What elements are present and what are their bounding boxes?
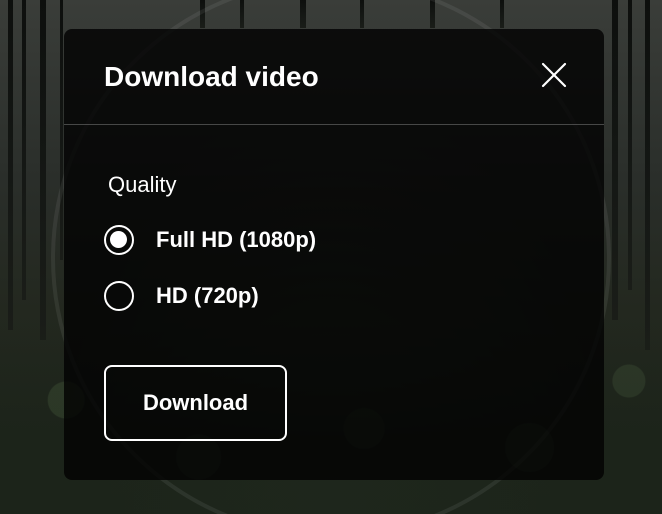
- close-icon: [541, 62, 567, 88]
- radio-selected-icon[interactable]: [104, 225, 134, 255]
- quality-option-720p[interactable]: HD (720p): [104, 281, 259, 311]
- dialog-title: Download video: [104, 61, 319, 92]
- download-video-dialog: Download video Quality Full HD (1080p) H…: [64, 29, 604, 480]
- quality-option-label: HD (720p): [156, 283, 259, 308]
- quality-label: Quality: [108, 172, 177, 197]
- video-background: Download video Quality Full HD (1080p) H…: [0, 0, 662, 514]
- radio-unselected-icon[interactable]: [104, 281, 134, 311]
- download-button[interactable]: Download: [104, 365, 287, 441]
- quality-option-1080p[interactable]: Full HD (1080p): [104, 225, 316, 255]
- quality-option-label: Full HD (1080p): [156, 227, 317, 252]
- close-button[interactable]: [538, 59, 570, 91]
- dialog-header: Download video: [64, 29, 604, 125]
